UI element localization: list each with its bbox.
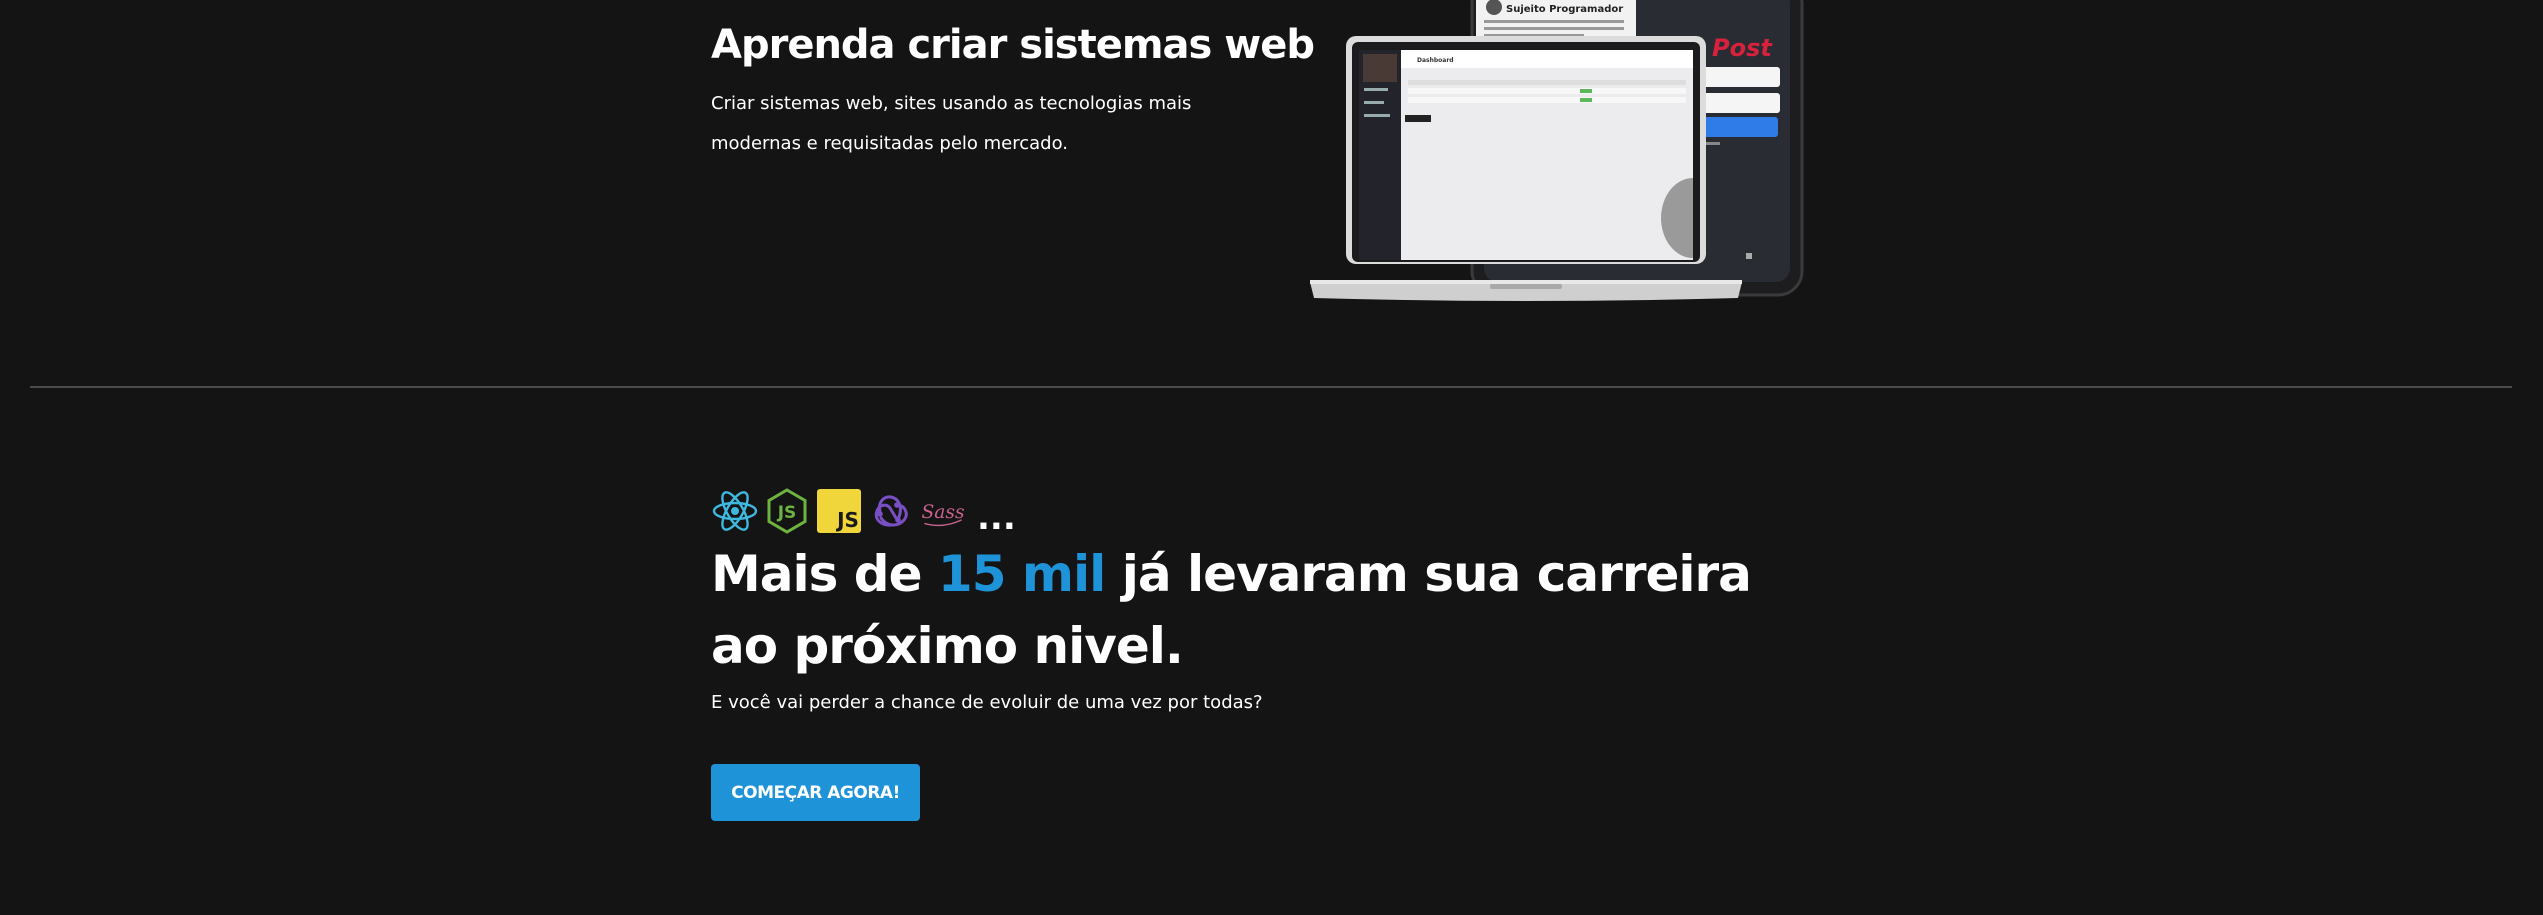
- javascript-icon: JS: [815, 487, 863, 535]
- phone-brand-text: Post: [1712, 34, 1773, 62]
- nodejs-icon-label: JS: [777, 503, 797, 523]
- nodejs-icon: JS: [763, 487, 811, 535]
- react-icon: [711, 487, 759, 535]
- start-now-button[interactable]: COMEÇAR AGORA!: [711, 764, 920, 821]
- tech-stack-icons: JS JS Sass ...: [711, 486, 1016, 538]
- laptop-app-title: Dashboard: [1417, 57, 1454, 64]
- hero-description: Criar sistemas web, sites usando as tecn…: [711, 93, 1192, 154]
- phone-profile-name: Sujeito Programador: [1506, 4, 1623, 15]
- devices-mockup-image: Sujeito Programador Post Dashboard: [1300, 0, 1820, 310]
- laptop-mockup: Dashboard: [1310, 36, 1742, 301]
- redux-icon: [867, 487, 915, 535]
- cta-subtext: E você vai perder a chance de evoluir de…: [711, 692, 1263, 713]
- javascript-icon-label: JS: [835, 508, 859, 532]
- sass-icon: Sass: [919, 487, 967, 535]
- sass-icon-label: Sass: [921, 502, 964, 523]
- hero-title: Aprenda criar sistemas web: [711, 22, 1315, 68]
- headline-highlight: 15 mil: [937, 545, 1106, 603]
- headline-prefix: Mais de: [711, 545, 938, 603]
- main-headline: Mais de 15 mil já levaram sua carreira a…: [711, 538, 1761, 682]
- more-technologies-ellipsis: ...: [977, 498, 1016, 538]
- section-divider: [30, 386, 2512, 388]
